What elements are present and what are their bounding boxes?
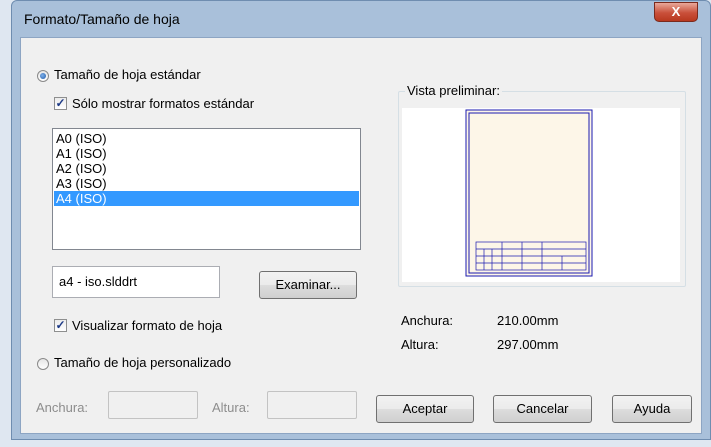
browse-button[interactable]: Examinar... [259,271,357,299]
custom-width-field[interactable] [108,391,198,419]
format-list-item[interactable]: A2 (ISO) [54,161,359,176]
custom-width-label: Anchura: [36,400,89,415]
height-label: Altura: [401,337,439,352]
help-button[interactable]: Ayuda [612,395,692,423]
dialog-body: Tamaño de hoja estándar ✓ Sólo mostrar f… [20,37,702,434]
only-standard-label: Sólo mostrar formatos estándar [72,96,255,111]
custom-size-radio[interactable] [37,358,49,370]
standard-size-radio[interactable] [37,70,49,82]
standard-size-label: Tamaño de hoja estándar [54,67,201,82]
format-list-item[interactable]: A4 (ISO) [54,191,359,206]
preview-group: Vista preliminar: [398,83,686,287]
sheet-preview [402,108,680,282]
format-list-item[interactable]: A3 (ISO) [54,176,359,191]
custom-height-field[interactable] [267,391,357,419]
close-icon: X [671,4,681,19]
format-list[interactable]: A0 (ISO) A1 (ISO) A2 (ISO) A3 (ISO) A4 (ISO) [52,128,361,250]
preview-legend: Vista preliminar: [405,83,502,98]
title-bar[interactable]: Formato/Tamaño de hoja X [12,1,710,37]
dialog-title: Formato/Tamaño de hoja [24,11,180,27]
format-list-item[interactable]: A1 (ISO) [54,146,359,161]
custom-size-label: Tamaño de hoja personalizado [54,355,232,370]
format-list-item[interactable]: A0 (ISO) [54,131,359,146]
ok-button[interactable]: Aceptar [376,395,474,423]
close-button[interactable]: X [654,2,698,22]
height-value: 297.00mm [497,337,559,352]
width-value: 210.00mm [497,313,559,328]
sheet-preview-drawing [465,109,593,277]
cancel-button[interactable]: Cancelar [493,395,592,423]
sheet-format-dialog: Formato/Tamaño de hoja X Tamaño de hoja … [11,0,711,440]
template-file-field[interactable]: a4 - iso.slddrt [52,266,220,298]
width-label: Anchura: [401,313,454,328]
display-format-label: Visualizar formato de hoja [72,318,223,333]
custom-height-label: Altura: [212,400,250,415]
only-standard-checkbox[interactable]: ✓ [54,97,67,110]
display-format-checkbox[interactable]: ✓ [54,319,67,332]
